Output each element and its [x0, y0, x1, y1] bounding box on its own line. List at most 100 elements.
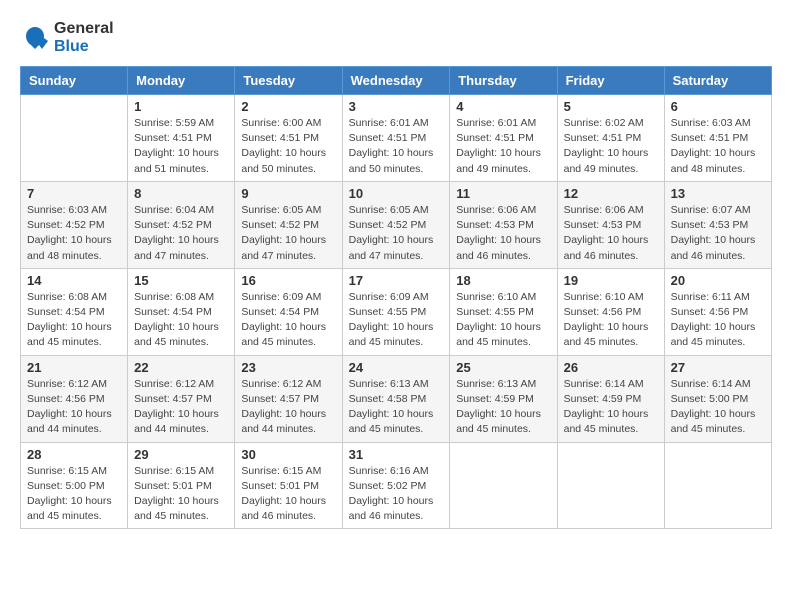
day-info: Sunrise: 6:12 AMSunset: 4:57 PMDaylight:…	[134, 377, 228, 438]
day-info: Sunrise: 6:11 AMSunset: 4:56 PMDaylight:…	[671, 290, 765, 351]
weekday-header-tuesday: Tuesday	[235, 67, 342, 95]
day-info: Sunrise: 6:03 AMSunset: 4:52 PMDaylight:…	[27, 203, 121, 264]
calendar-cell: 16Sunrise: 6:09 AMSunset: 4:54 PMDayligh…	[235, 268, 342, 355]
day-number: 12	[564, 186, 658, 201]
day-number: 23	[241, 360, 335, 375]
calendar-cell	[664, 442, 771, 529]
day-number: 25	[456, 360, 550, 375]
day-info: Sunrise: 6:15 AMSunset: 5:00 PMDaylight:…	[27, 464, 121, 525]
day-info: Sunrise: 6:04 AMSunset: 4:52 PMDaylight:…	[134, 203, 228, 264]
day-number: 16	[241, 273, 335, 288]
calendar-cell: 27Sunrise: 6:14 AMSunset: 5:00 PMDayligh…	[664, 355, 771, 442]
calendar-cell: 4Sunrise: 6:01 AMSunset: 4:51 PMDaylight…	[450, 95, 557, 182]
calendar-cell: 29 Sunrise: 6:15 AMSunset: 5:01 PMDayligh…	[128, 442, 235, 529]
calendar-cell: 13 Sunrise: 6:07 AMSunset: 4:53 PMDayligh…	[664, 181, 771, 268]
calendar-cell: 3 Sunrise: 6:01 AMSunset: 4:51 PMDaylight…	[342, 95, 450, 182]
day-number: 9	[241, 186, 335, 201]
page-header: General Blue	[20, 20, 772, 56]
day-number: 27	[671, 360, 765, 375]
day-info: Sunrise: 6:00 AMSunset: 4:51 PMDaylight:…	[241, 116, 335, 177]
day-info: Sunrise: 6:12 AMSunset: 4:56 PMDaylight:…	[27, 377, 121, 438]
calendar-cell: 10 Sunrise: 6:05 AMSunset: 4:52 PMDayligh…	[342, 181, 450, 268]
day-number: 2	[241, 99, 335, 114]
day-number: 29	[134, 447, 228, 462]
weekday-header-monday: Monday	[128, 67, 235, 95]
calendar-cell: 8 Sunrise: 6:04 AMSunset: 4:52 PMDaylight…	[128, 181, 235, 268]
logo-icon	[20, 23, 50, 53]
calendar-cell: 26Sunrise: 6:14 AMSunset: 4:59 PMDayligh…	[557, 355, 664, 442]
calendar-cell: 14 Sunrise: 6:08 AMSunset: 4:54 PMDayligh…	[21, 268, 128, 355]
day-number: 30	[241, 447, 335, 462]
day-number: 17	[349, 273, 444, 288]
calendar-cell: 7Sunrise: 6:03 AMSunset: 4:52 PMDaylight…	[21, 181, 128, 268]
weekday-header-friday: Friday	[557, 67, 664, 95]
day-number: 14	[27, 273, 121, 288]
day-number: 15	[134, 273, 228, 288]
calendar-cell: 24 Sunrise: 6:13 AMSunset: 4:58 PMDayligh…	[342, 355, 450, 442]
calendar-cell: 17 Sunrise: 6:09 AMSunset: 4:55 PMDayligh…	[342, 268, 450, 355]
calendar-cell: 18Sunrise: 6:10 AMSunset: 4:55 PMDayligh…	[450, 268, 557, 355]
day-number: 31	[349, 447, 444, 462]
day-info: Sunrise: 6:02 AMSunset: 4:51 PMDaylight:…	[564, 116, 658, 177]
weekday-header-row: SundayMondayTuesdayWednesdayThursdayFrid…	[21, 67, 772, 95]
day-info: Sunrise: 6:10 AMSunset: 4:56 PMDaylight:…	[564, 290, 658, 351]
day-number: 20	[671, 273, 765, 288]
calendar-cell: 6Sunrise: 6:03 AMSunset: 4:51 PMDaylight…	[664, 95, 771, 182]
weekday-header-thursday: Thursday	[450, 67, 557, 95]
calendar-cell: 23Sunrise: 6:12 AMSunset: 4:57 PMDayligh…	[235, 355, 342, 442]
day-info: Sunrise: 6:15 AMSunset: 5:01 PMDaylight:…	[134, 464, 228, 525]
calendar-cell	[21, 95, 128, 182]
day-info: Sunrise: 6:13 AMSunset: 4:58 PMDaylight:…	[349, 377, 444, 438]
day-number: 19	[564, 273, 658, 288]
day-number: 24	[349, 360, 444, 375]
calendar-cell: 30 Sunrise: 6:15 AMSunset: 5:01 PMDayligh…	[235, 442, 342, 529]
calendar-cell	[450, 442, 557, 529]
calendar-week-row: 21 Sunrise: 6:12 AMSunset: 4:56 PMDayligh…	[21, 355, 772, 442]
calendar-week-row: 1 Sunrise: 5:59 AMSunset: 4:51 PMDaylight…	[21, 95, 772, 182]
day-info: Sunrise: 6:05 AMSunset: 4:52 PMDaylight:…	[349, 203, 444, 264]
day-number: 21	[27, 360, 121, 375]
day-info: Sunrise: 6:16 AMSunset: 5:02 PMDaylight:…	[349, 464, 444, 525]
calendar-week-row: 7Sunrise: 6:03 AMSunset: 4:52 PMDaylight…	[21, 181, 772, 268]
day-number: 13	[671, 186, 765, 201]
day-info: Sunrise: 6:13 AMSunset: 4:59 PMDaylight:…	[456, 377, 550, 438]
day-info: Sunrise: 6:06 AMSunset: 4:53 PMDaylight:…	[456, 203, 550, 264]
calendar-cell: 20 Sunrise: 6:11 AMSunset: 4:56 PMDayligh…	[664, 268, 771, 355]
calendar-table: SundayMondayTuesdayWednesdayThursdayFrid…	[20, 66, 772, 529]
day-number: 3	[349, 99, 444, 114]
day-info: Sunrise: 6:14 AMSunset: 4:59 PMDaylight:…	[564, 377, 658, 438]
day-number: 4	[456, 99, 550, 114]
calendar-cell	[557, 442, 664, 529]
day-number: 8	[134, 186, 228, 201]
calendar-cell: 2 Sunrise: 6:00 AMSunset: 4:51 PMDaylight…	[235, 95, 342, 182]
calendar-week-row: 28 Sunrise: 6:15 AMSunset: 5:00 PMDayligh…	[21, 442, 772, 529]
day-number: 28	[27, 447, 121, 462]
day-info: Sunrise: 6:01 AMSunset: 4:51 PMDaylight:…	[349, 116, 444, 177]
day-info: Sunrise: 6:09 AMSunset: 4:55 PMDaylight:…	[349, 290, 444, 351]
weekday-header-sunday: Sunday	[21, 67, 128, 95]
day-info: Sunrise: 6:07 AMSunset: 4:53 PMDaylight:…	[671, 203, 765, 264]
calendar-cell: 28 Sunrise: 6:15 AMSunset: 5:00 PMDayligh…	[21, 442, 128, 529]
day-number: 11	[456, 186, 550, 201]
day-info: Sunrise: 6:15 AMSunset: 5:01 PMDaylight:…	[241, 464, 335, 525]
day-number: 5	[564, 99, 658, 114]
day-info: Sunrise: 6:03 AMSunset: 4:51 PMDaylight:…	[671, 116, 765, 177]
weekday-header-saturday: Saturday	[664, 67, 771, 95]
calendar-cell: 11 Sunrise: 6:06 AMSunset: 4:53 PMDayligh…	[450, 181, 557, 268]
day-info: Sunrise: 6:10 AMSunset: 4:55 PMDaylight:…	[456, 290, 550, 351]
day-number: 10	[349, 186, 444, 201]
calendar-cell: 31 Sunrise: 6:16 AMSunset: 5:02 PMDayligh…	[342, 442, 450, 529]
day-info: Sunrise: 6:08 AMSunset: 4:54 PMDaylight:…	[27, 290, 121, 351]
calendar-cell: 21 Sunrise: 6:12 AMSunset: 4:56 PMDayligh…	[21, 355, 128, 442]
calendar-week-row: 14 Sunrise: 6:08 AMSunset: 4:54 PMDayligh…	[21, 268, 772, 355]
day-info: Sunrise: 5:59 AMSunset: 4:51 PMDaylight:…	[134, 116, 228, 177]
calendar-cell: 25 Sunrise: 6:13 AMSunset: 4:59 PMDayligh…	[450, 355, 557, 442]
day-info: Sunrise: 6:05 AMSunset: 4:52 PMDaylight:…	[241, 203, 335, 264]
logo: General Blue	[20, 20, 114, 56]
day-info: Sunrise: 6:06 AMSunset: 4:53 PMDaylight:…	[564, 203, 658, 264]
calendar-cell: 5 Sunrise: 6:02 AMSunset: 4:51 PMDaylight…	[557, 95, 664, 182]
calendar-cell: 15Sunrise: 6:08 AMSunset: 4:54 PMDayligh…	[128, 268, 235, 355]
calendar-cell: 19 Sunrise: 6:10 AMSunset: 4:56 PMDayligh…	[557, 268, 664, 355]
day-number: 1	[134, 99, 228, 114]
logo-text: General Blue	[54, 20, 114, 56]
